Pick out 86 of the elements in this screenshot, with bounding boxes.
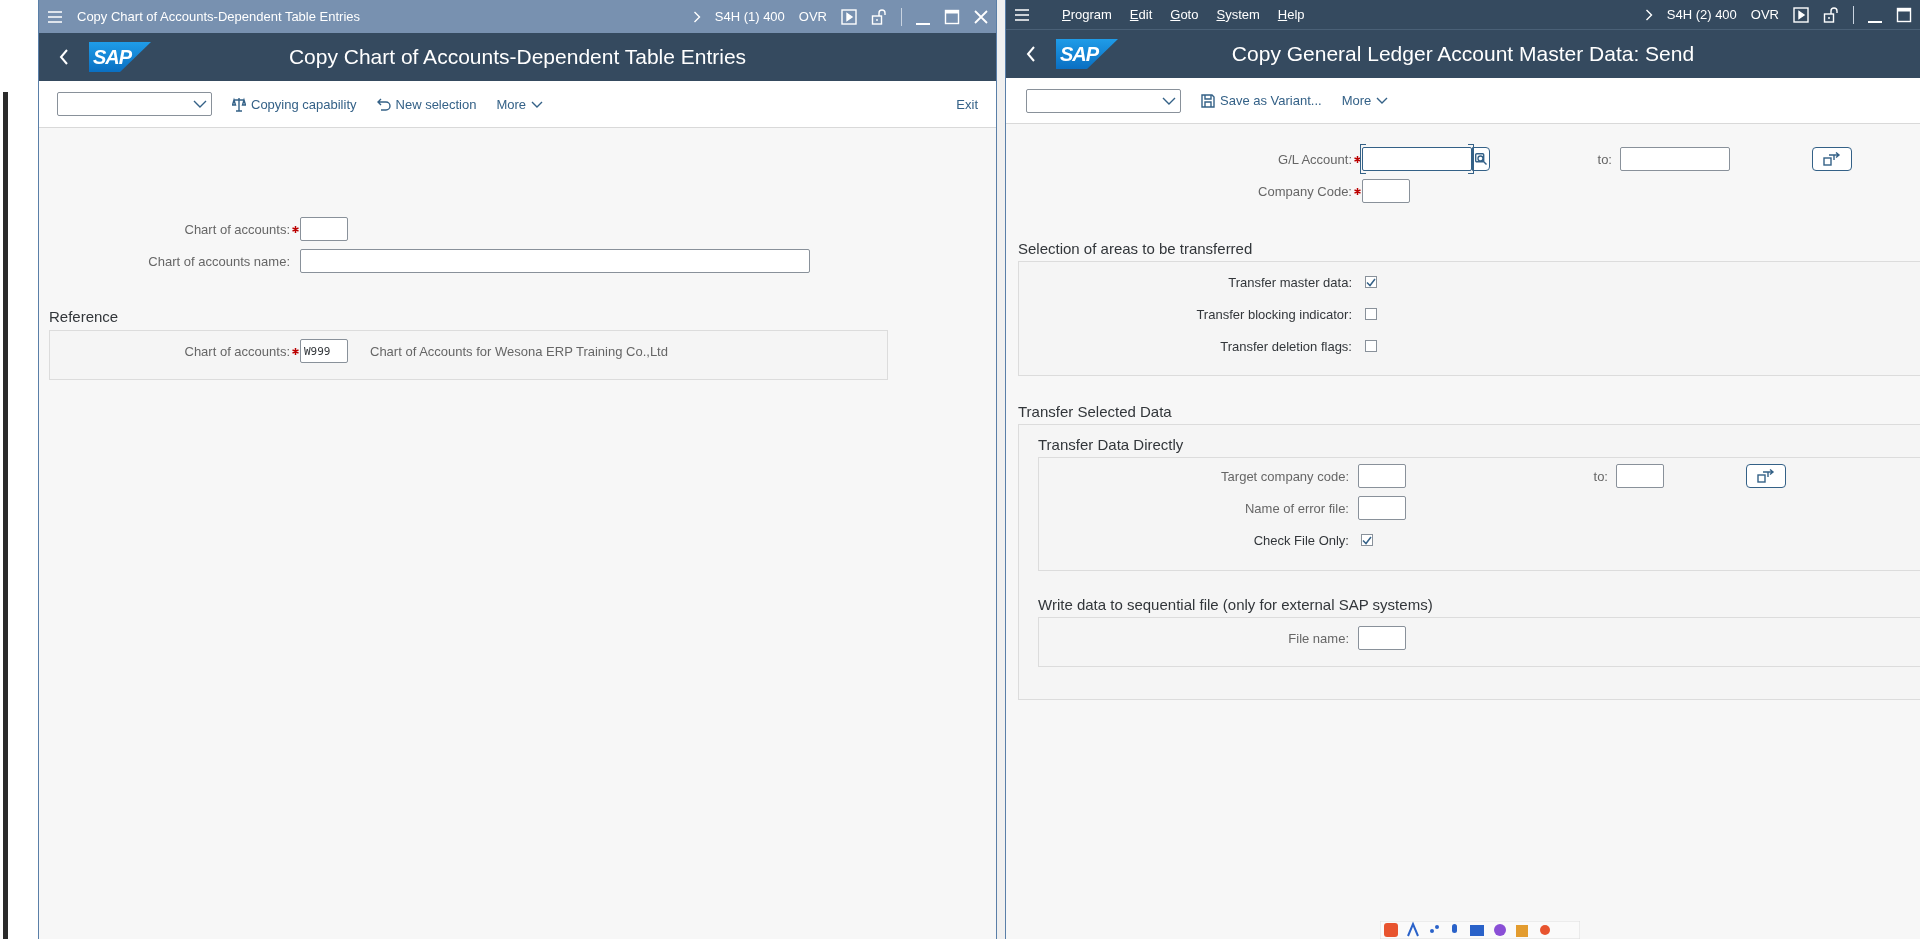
multiple-selection-button[interactable]	[1746, 464, 1786, 488]
page-title: Copy Chart of Accounts-Dependent Table Entries	[288, 45, 747, 68]
caret-down-icon	[193, 100, 207, 108]
field-label: Chart of accounts:	[183, 343, 290, 359]
search-icon	[1475, 153, 1487, 165]
input-field[interactable]	[300, 217, 348, 241]
save-as-variant-button[interactable]: Save as Variant...	[1201, 91, 1322, 110]
page-title: Copy General Ledger Account Master Data: Send	[1231, 42, 1695, 65]
field-label: Name of error file:	[1243, 500, 1349, 516]
checkmark-icon	[1366, 277, 1376, 287]
to-label: to:	[1593, 468, 1608, 484]
section-title: Selection of areas to be transferred	[1018, 239, 1254, 257]
input-field[interactable]	[1358, 496, 1406, 520]
more-button[interactable]: More	[496, 94, 544, 114]
field-label: Chart of accounts name:	[147, 253, 290, 269]
checkmark-icon	[1362, 535, 1372, 545]
section-title: Write data to sequential file (only for external SAP systems)	[1038, 595, 1434, 613]
exit-button[interactable]: Exit	[956, 94, 978, 114]
field-label: Transfer blocking indicator:	[1195, 306, 1352, 322]
section-title: Reference	[49, 307, 120, 325]
new-selection-button[interactable]: New selection	[376, 94, 477, 114]
play-box-icon	[1793, 6, 1809, 23]
maximize-icon	[1896, 6, 1912, 23]
field-label: File name:	[1287, 630, 1349, 646]
menu-icon	[1014, 7, 1030, 22]
checkbox[interactable]	[1365, 340, 1377, 352]
input-field[interactable]	[1358, 464, 1406, 488]
search-icon-button[interactable]	[1472, 147, 1490, 171]
to-label: to:	[1597, 151, 1612, 167]
input-field[interactable]	[300, 249, 810, 273]
input-field[interactable]: W999	[300, 339, 348, 363]
unlock-icon	[1823, 6, 1839, 23]
minimize-icon	[916, 22, 930, 25]
play-box-icon	[841, 8, 857, 25]
multiple-selection-button[interactable]	[1812, 147, 1852, 171]
input-field[interactable]	[1358, 626, 1406, 650]
field-label: Target company code:	[1220, 468, 1349, 484]
logo: SAP	[89, 42, 151, 72]
section-title: Transfer Selected Data	[1018, 402, 1173, 420]
floppy-disk-icon	[1201, 93, 1215, 108]
window-title: Copy Chart of Accounts-Dependent Table Entries	[77, 9, 361, 24]
variant-dropdown[interactable]	[1026, 88, 1181, 113]
copying-capability-button[interactable]: Copying capability	[232, 94, 357, 114]
input-field[interactable]	[1616, 464, 1664, 488]
caret-down-icon	[1162, 96, 1176, 105]
input-field[interactable]	[1362, 179, 1410, 203]
chevron-right-icon	[1644, 8, 1653, 21]
field-label: Check File Only:	[1252, 532, 1349, 548]
system-info: S4H (1) 400	[714, 9, 785, 24]
description-text: Chart of Accounts for Wesona ERP Training Co.,Ltd	[370, 343, 668, 359]
field-label: Transfer deletion flags:	[1219, 338, 1352, 354]
unlock-icon	[871, 8, 887, 25]
minimize-icon	[1868, 20, 1882, 23]
menu-item[interactable]: Program	[1062, 7, 1112, 22]
mode-indicator: OVR	[1750, 7, 1779, 22]
section-title: Transfer Data Directly	[1038, 435, 1185, 453]
close-icon	[974, 9, 988, 24]
checkbox[interactable]	[1365, 276, 1377, 288]
more-button[interactable]: More	[1341, 91, 1389, 110]
system-info: S4H (2) 400	[1666, 7, 1737, 22]
arrow-out-box-icon	[1823, 152, 1841, 166]
back-icon	[59, 49, 69, 65]
menu-item[interactable]: System	[1216, 7, 1260, 22]
menu-item[interactable]: Help	[1277, 7, 1305, 22]
field-label: Chart of accounts:	[183, 221, 290, 237]
back-icon	[1026, 46, 1036, 62]
input-field[interactable]	[1362, 147, 1472, 171]
field-label: Transfer master data:	[1227, 274, 1352, 290]
menu-item[interactable]: Goto	[1170, 7, 1199, 22]
menu-icon	[47, 9, 63, 24]
input-field[interactable]	[1620, 147, 1730, 171]
logo: SAP	[1056, 39, 1118, 69]
chevron-right-icon	[692, 10, 701, 23]
undo-arrow-icon	[376, 97, 391, 111]
caret-down-icon	[531, 100, 544, 108]
checkbox[interactable]	[1361, 534, 1373, 546]
field-label: Company Code:	[1257, 183, 1352, 199]
scales-icon	[232, 96, 246, 112]
mode-indicator: OVR	[798, 9, 827, 24]
menu-item[interactable]: Edit	[1129, 7, 1153, 22]
variant-dropdown[interactable]	[57, 92, 212, 116]
caret-down-icon	[1376, 97, 1389, 104]
maximize-icon	[944, 8, 960, 25]
checkbox[interactable]	[1365, 308, 1377, 320]
field-label: G/L Account:	[1277, 151, 1352, 167]
arrow-out-box-icon	[1757, 469, 1775, 483]
